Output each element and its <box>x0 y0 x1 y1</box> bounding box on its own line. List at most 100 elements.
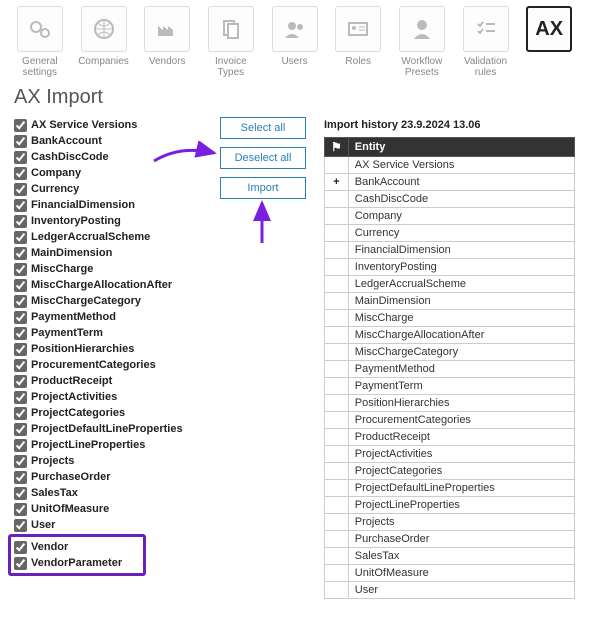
entity-cell: ProjectCategories <box>348 463 574 480</box>
nav-label: Invoice Types <box>201 56 261 78</box>
column-header-flag[interactable]: ⚑ <box>325 138 349 157</box>
table-row[interactable]: ProcurementCategories <box>325 412 575 429</box>
entity-checkbox-paymentmethod[interactable] <box>14 311 27 324</box>
entity-check-row: ProjectActivities <box>14 389 210 405</box>
entity-checkbox-inventoryposting[interactable] <box>14 215 27 228</box>
table-row[interactable]: LedgerAccrualScheme <box>325 276 575 293</box>
entity-cell: ProjectLineProperties <box>348 497 574 514</box>
table-row[interactable]: MainDimension <box>325 293 575 310</box>
expand-cell <box>325 463 349 480</box>
table-row[interactable]: CashDiscCode <box>325 191 575 208</box>
entity-checkbox-cashdisccode[interactable] <box>14 151 27 164</box>
entity-checkbox-maindimension[interactable] <box>14 247 27 260</box>
entity-checkbox-ax service versions[interactable] <box>14 119 27 132</box>
nav-label: Roles <box>345 56 371 67</box>
nav-label: Companies <box>78 56 129 67</box>
entity-cell: BankAccount <box>348 174 574 191</box>
table-row[interactable]: PaymentMethod <box>325 361 575 378</box>
table-row[interactable]: Projects <box>325 514 575 531</box>
entity-checkbox-projectcategories[interactable] <box>14 407 27 420</box>
entity-checkbox-positionhierarchies[interactable] <box>14 343 27 356</box>
column-header-entity[interactable]: Entity <box>348 138 574 157</box>
table-row[interactable]: ProjectLineProperties <box>325 497 575 514</box>
expand-cell <box>325 582 349 599</box>
entity-cell: ProjectDefaultLineProperties <box>348 480 574 497</box>
entity-label: PaymentTerm <box>31 327 103 339</box>
entity-checkbox-company[interactable] <box>14 167 27 180</box>
entity-checkbox-unitofmeasure[interactable] <box>14 503 27 516</box>
nav-item-invoice-types[interactable]: Invoice Types <box>201 6 261 78</box>
nav-item-roles[interactable]: Roles <box>328 6 388 67</box>
nav-item-companies[interactable]: Companies <box>74 6 134 67</box>
gears-icon <box>17 6 63 52</box>
entity-checkbox-procurementcategories[interactable] <box>14 359 27 372</box>
table-row[interactable]: ProjectCategories <box>325 463 575 480</box>
entity-checkbox-financialdimension[interactable] <box>14 199 27 212</box>
table-row[interactable]: Company <box>325 208 575 225</box>
entity-checkbox-projectlineproperties[interactable] <box>14 439 27 452</box>
entity-cell: Company <box>348 208 574 225</box>
table-row[interactable]: +BankAccount <box>325 174 575 191</box>
table-row[interactable]: User <box>325 582 575 599</box>
table-row[interactable]: PaymentTerm <box>325 378 575 395</box>
entity-checkbox-miscchargeallocationafter[interactable] <box>14 279 27 292</box>
entity-checkbox-bankaccount[interactable] <box>14 135 27 148</box>
expand-cell[interactable]: + <box>325 174 349 191</box>
table-row[interactable]: InventoryPosting <box>325 259 575 276</box>
nav-label: Workflow Presets <box>392 56 452 78</box>
entity-checkbox-misccharge[interactable] <box>14 263 27 276</box>
table-row[interactable]: MiscCharge <box>325 310 575 327</box>
entity-cell: ProjectActivities <box>348 446 574 463</box>
entity-check-row: MiscChargeAllocationAfter <box>14 277 210 293</box>
entity-checkbox-vendor[interactable] <box>14 541 27 554</box>
deselect-all-button[interactable]: Deselect all <box>220 147 306 169</box>
entity-checkbox-productreceipt[interactable] <box>14 375 27 388</box>
nav-item-ax[interactable]: AX <box>519 6 579 56</box>
entity-cell: User <box>348 582 574 599</box>
nav-item-vendors[interactable]: Vendors <box>137 6 197 67</box>
entity-cell: UnitOfMeasure <box>348 565 574 582</box>
entity-checkbox-paymentterm[interactable] <box>14 327 27 340</box>
nav-item-validation-rules[interactable]: Validation rules <box>456 6 516 78</box>
table-row[interactable]: MiscChargeAllocationAfter <box>325 327 575 344</box>
entity-label: MainDimension <box>31 247 112 259</box>
table-row[interactable]: ProjectActivities <box>325 446 575 463</box>
entity-cell: LedgerAccrualScheme <box>348 276 574 293</box>
users-icon <box>272 6 318 52</box>
table-row[interactable]: AX Service Versions <box>325 157 575 174</box>
entity-checkbox-user[interactable] <box>14 519 27 532</box>
table-row[interactable]: Currency <box>325 225 575 242</box>
entity-checkbox-currency[interactable] <box>14 183 27 196</box>
nav-item-workflow-presets[interactable]: Workflow Presets <box>392 6 452 78</box>
entity-cell: AX Service Versions <box>348 157 574 174</box>
import-button[interactable]: Import <box>220 177 306 199</box>
table-row[interactable]: FinancialDimension <box>325 242 575 259</box>
entity-checkbox-projects[interactable] <box>14 455 27 468</box>
table-row[interactable]: PositionHierarchies <box>325 395 575 412</box>
table-row[interactable]: SalesTax <box>325 548 575 565</box>
entity-checkbox-vendorparameter[interactable] <box>14 557 27 570</box>
table-row[interactable]: MiscChargeCategory <box>325 344 575 361</box>
entity-check-row: FinancialDimension <box>14 197 210 213</box>
entity-label: PurchaseOrder <box>31 471 110 483</box>
entity-check-row: Projects <box>14 453 210 469</box>
nav-item-general-settings[interactable]: General settings <box>10 6 70 78</box>
entity-checkbox-purchaseorder[interactable] <box>14 471 27 484</box>
entity-checkbox-projectdefaultlineproperties[interactable] <box>14 423 27 436</box>
expand-cell <box>325 276 349 293</box>
entity-checkbox-salestax[interactable] <box>14 487 27 500</box>
nav-item-users[interactable]: Users <box>265 6 325 67</box>
table-row[interactable]: ProjectDefaultLineProperties <box>325 480 575 497</box>
entity-cell: SalesTax <box>348 548 574 565</box>
entity-checkbox-ledgeraccrualscheme[interactable] <box>14 231 27 244</box>
table-row[interactable]: UnitOfMeasure <box>325 565 575 582</box>
entity-checkbox-projectactivities[interactable] <box>14 391 27 404</box>
table-row[interactable]: PurchaseOrder <box>325 531 575 548</box>
entity-check-row: MainDimension <box>14 245 210 261</box>
select-all-button[interactable]: Select all <box>220 117 306 139</box>
entity-label: InventoryPosting <box>31 215 121 227</box>
entity-checkbox-miscchargecategory[interactable] <box>14 295 27 308</box>
table-row[interactable]: ProductReceipt <box>325 429 575 446</box>
entity-label: Currency <box>31 183 79 195</box>
page-title: AX Import <box>14 86 575 109</box>
